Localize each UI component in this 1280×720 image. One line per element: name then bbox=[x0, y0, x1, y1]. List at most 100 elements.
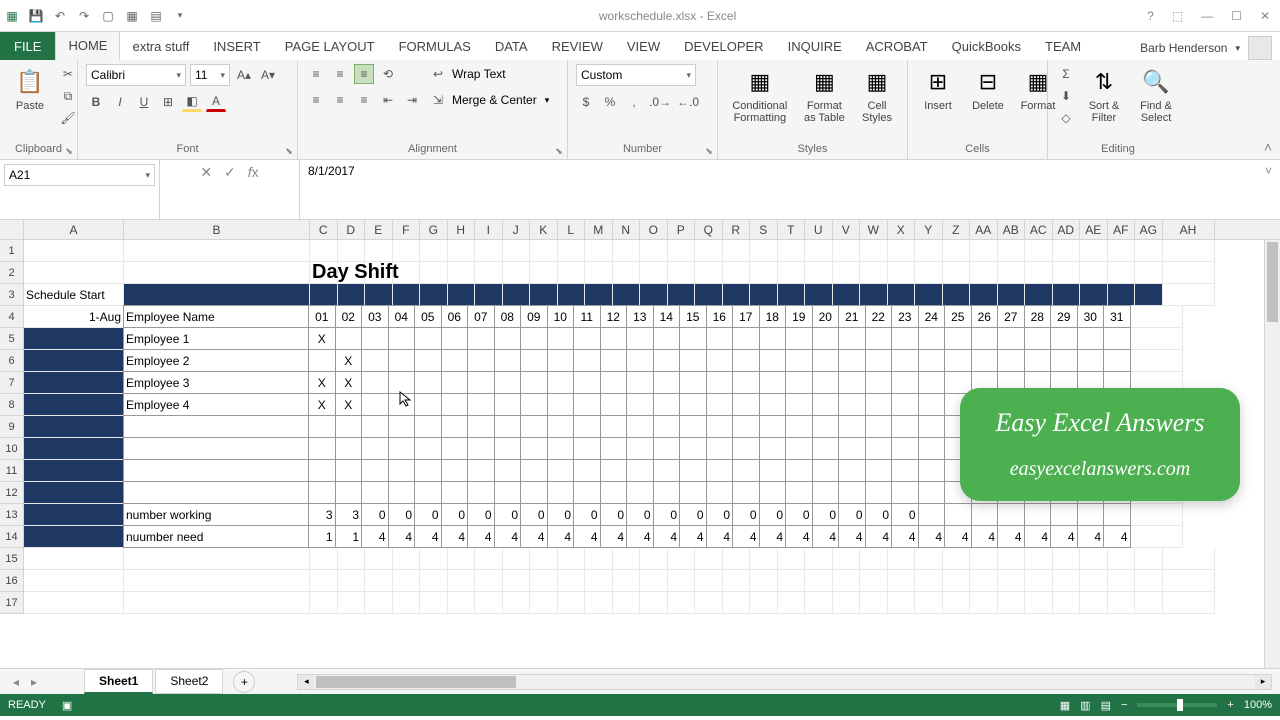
cell[interactable] bbox=[891, 481, 919, 504]
cell[interactable] bbox=[1103, 349, 1131, 372]
row-header[interactable]: 17 bbox=[0, 592, 24, 614]
cell[interactable] bbox=[467, 371, 495, 394]
cell[interactable] bbox=[558, 240, 586, 262]
cell[interactable]: 0 bbox=[441, 503, 469, 526]
cell[interactable] bbox=[998, 592, 1026, 614]
cell[interactable]: 4 bbox=[388, 525, 416, 548]
merge-center-button[interactable]: ⇲Merge & Center▾ bbox=[428, 90, 549, 110]
cell[interactable] bbox=[668, 592, 696, 614]
cell[interactable] bbox=[1053, 570, 1081, 592]
cell[interactable] bbox=[467, 327, 495, 350]
grid-icon[interactable]: ▦ bbox=[124, 8, 140, 24]
cell[interactable] bbox=[613, 548, 641, 570]
cell[interactable] bbox=[732, 481, 760, 504]
col-header[interactable]: A bbox=[24, 220, 124, 239]
cell[interactable] bbox=[750, 284, 778, 306]
cell[interactable] bbox=[124, 240, 310, 262]
col-header[interactable]: AF bbox=[1108, 220, 1136, 239]
cell[interactable] bbox=[833, 592, 861, 614]
col-header[interactable]: AH bbox=[1163, 220, 1215, 239]
col-header[interactable]: I bbox=[475, 220, 503, 239]
cell[interactable] bbox=[778, 570, 806, 592]
cell[interactable] bbox=[860, 284, 888, 306]
cell[interactable]: 10 bbox=[547, 305, 575, 328]
cell[interactable] bbox=[918, 437, 946, 460]
cell[interactable] bbox=[679, 349, 707, 372]
cell[interactable] bbox=[420, 262, 448, 284]
cell[interactable] bbox=[970, 570, 998, 592]
cell[interactable] bbox=[414, 481, 442, 504]
cell[interactable] bbox=[388, 415, 416, 438]
col-header[interactable]: M bbox=[585, 220, 613, 239]
cell[interactable] bbox=[1108, 284, 1136, 306]
cell[interactable] bbox=[1135, 284, 1163, 306]
cell[interactable] bbox=[1080, 592, 1108, 614]
row-header[interactable]: 5 bbox=[0, 328, 24, 350]
view-page-break-icon[interactable]: ▤ bbox=[1101, 699, 1111, 712]
cell[interactable]: 4 bbox=[732, 525, 760, 548]
bold-button[interactable]: B bbox=[86, 92, 106, 112]
cell[interactable] bbox=[971, 503, 999, 526]
cell[interactable] bbox=[1077, 327, 1105, 350]
col-header[interactable]: S bbox=[750, 220, 778, 239]
cell[interactable] bbox=[448, 570, 476, 592]
cell[interactable] bbox=[475, 284, 503, 306]
cell[interactable] bbox=[600, 393, 628, 416]
row-header[interactable]: 2 bbox=[0, 262, 24, 284]
cell[interactable]: 12 bbox=[600, 305, 628, 328]
cell[interactable] bbox=[530, 592, 558, 614]
cell[interactable]: 4 bbox=[573, 525, 601, 548]
col-header[interactable]: P bbox=[668, 220, 696, 239]
cell[interactable] bbox=[668, 548, 696, 570]
cell[interactable]: 4 bbox=[838, 525, 866, 548]
tab-extra-stuff[interactable]: extra stuff bbox=[120, 33, 201, 60]
cell[interactable] bbox=[388, 349, 416, 372]
cell[interactable] bbox=[24, 328, 124, 350]
insert-cells-button[interactable]: ⊞Insert bbox=[916, 64, 960, 114]
cell[interactable] bbox=[732, 349, 760, 372]
cell[interactable] bbox=[943, 548, 971, 570]
cell[interactable]: 09 bbox=[520, 305, 548, 328]
cell[interactable]: nuumber need bbox=[123, 525, 309, 548]
cell[interactable] bbox=[475, 548, 503, 570]
decrease-indent-icon[interactable]: ⇤ bbox=[378, 90, 398, 110]
cell[interactable] bbox=[805, 284, 833, 306]
cell[interactable]: 0 bbox=[626, 503, 654, 526]
cell[interactable] bbox=[723, 240, 751, 262]
col-header[interactable]: J bbox=[503, 220, 531, 239]
row-header[interactable]: 11 bbox=[0, 460, 24, 482]
name-box[interactable]: A21 bbox=[4, 164, 155, 186]
cell[interactable]: 22 bbox=[865, 305, 893, 328]
border-button[interactable]: ⊞ bbox=[158, 92, 178, 112]
maximize-icon[interactable]: ☐ bbox=[1231, 9, 1242, 23]
cell[interactable] bbox=[361, 371, 389, 394]
ribbon-display-icon[interactable]: ⬚ bbox=[1172, 9, 1183, 23]
cell[interactable]: 0 bbox=[388, 503, 416, 526]
new-file-icon[interactable]: ▢ bbox=[100, 8, 116, 24]
cell[interactable] bbox=[494, 393, 522, 416]
cell[interactable] bbox=[785, 327, 813, 350]
cell[interactable] bbox=[530, 570, 558, 592]
cell[interactable]: 0 bbox=[494, 503, 522, 526]
cell[interactable] bbox=[24, 548, 124, 570]
cell[interactable] bbox=[503, 548, 531, 570]
cell[interactable] bbox=[338, 548, 366, 570]
scroll-right-icon[interactable]: ▸ bbox=[1255, 675, 1271, 689]
cell[interactable]: 4 bbox=[785, 525, 813, 548]
font-name-select[interactable]: Calibri bbox=[86, 64, 186, 86]
cell[interactable] bbox=[24, 504, 124, 526]
cell[interactable] bbox=[706, 393, 734, 416]
col-header[interactable]: R bbox=[723, 220, 751, 239]
tab-page-layout[interactable]: PAGE LAYOUT bbox=[273, 33, 387, 60]
cell[interactable]: 08 bbox=[494, 305, 522, 328]
increase-decimal-icon[interactable]: .0→ bbox=[648, 92, 672, 112]
cell[interactable] bbox=[891, 393, 919, 416]
cell[interactable]: 4 bbox=[706, 525, 734, 548]
col-header[interactable]: T bbox=[778, 220, 806, 239]
cell[interactable] bbox=[865, 459, 893, 482]
cell[interactable] bbox=[812, 481, 840, 504]
cell[interactable] bbox=[998, 570, 1026, 592]
cell-styles-button[interactable]: ▦Cell Styles bbox=[855, 64, 899, 126]
cell[interactable] bbox=[494, 415, 522, 438]
cell[interactable] bbox=[310, 570, 338, 592]
